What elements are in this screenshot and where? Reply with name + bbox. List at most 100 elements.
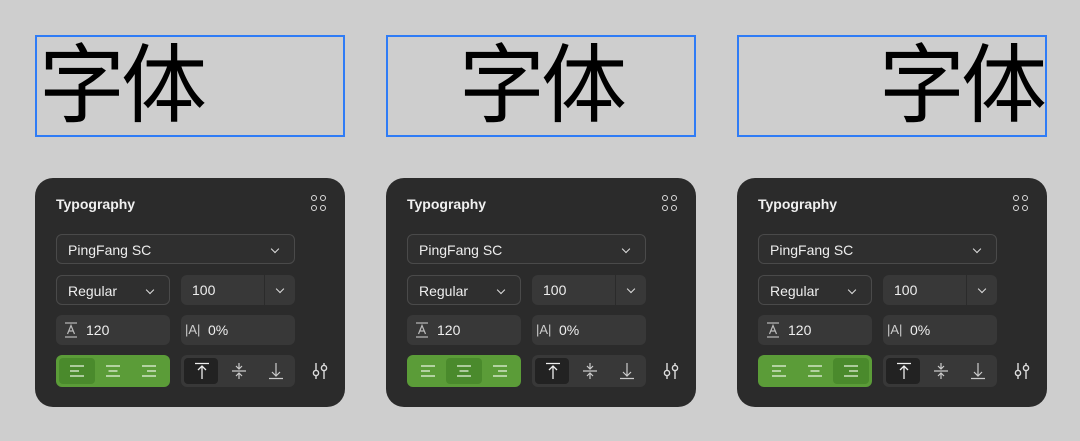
line-height-value: 120 [437,322,461,338]
font-weight-select[interactable]: Regular [758,275,872,305]
align-top-button[interactable] [184,358,218,384]
align-middle-icon [934,363,948,379]
align-top-button[interactable] [535,358,569,384]
letter-spacing-input[interactable]: |A| 0% [181,315,295,345]
align-left-icon [772,365,786,377]
align-middle-button[interactable] [923,358,957,384]
align-top-icon [546,362,560,379]
chevron-down-icon [621,244,631,254]
chevron-down-icon [145,285,155,295]
font-size-value: 100 [894,282,918,298]
letter-spacing-value: 0% [208,322,229,338]
font-weight-value: Regular [770,283,820,299]
line-height-value: 120 [788,322,812,338]
align-left-button[interactable] [761,358,797,384]
align-top-icon [897,362,911,379]
align-middle-icon [232,363,246,379]
font-family-select[interactable]: PingFang SC [758,234,997,264]
sample-text: 字体 [39,36,207,136]
text-layer-selection[interactable]: 字体 [386,35,696,137]
align-bottom-button[interactable] [258,358,292,384]
panel-title: Typography [56,196,136,212]
horizontal-align-group [407,355,521,387]
typography-panel: Typography PingFang SC Regular 100 120 |… [737,178,1047,407]
panel-title: Typography [758,196,838,212]
font-family-value: PingFang SC [770,242,854,258]
line-height-input[interactable]: 120 [407,315,521,345]
align-center-button[interactable] [446,358,482,384]
vertical-align-group [181,355,295,387]
horizontal-align-group [758,355,872,387]
line-height-value: 120 [86,322,110,338]
align-top-button[interactable] [886,358,920,384]
align-bottom-icon [620,363,634,380]
sample-text: 字体 [879,36,1047,136]
align-middle-icon [583,363,597,379]
typography-panel: Typography PingFang SC Regular 100 120 |… [35,178,345,407]
sliders-icon[interactable] [1013,362,1031,380]
text-layer-selection[interactable]: 字体 [35,35,345,137]
horizontal-align-group [56,355,170,387]
sliders-icon[interactable] [662,362,680,380]
more-dots-icon[interactable] [1013,195,1029,211]
line-height-icon [767,322,779,338]
text-layer-selection[interactable]: 字体 [737,35,1047,137]
align-left-icon [421,365,435,377]
align-bottom-icon [269,363,283,380]
align-center-icon [808,365,822,377]
more-dots-icon[interactable] [662,195,678,211]
typography-example-left-aligned: 字体 Typography PingFang SC Regular 100 12… [35,0,345,441]
typography-panel: Typography PingFang SC Regular 100 120 |… [386,178,696,407]
font-weight-value: Regular [419,283,469,299]
font-weight-value: Regular [68,283,118,299]
chevron-down-icon[interactable] [977,284,987,294]
font-weight-select[interactable]: Regular [407,275,521,305]
align-left-button[interactable] [410,358,446,384]
font-family-select[interactable]: PingFang SC [407,234,646,264]
chevron-down-icon [972,244,982,254]
sliders-icon[interactable] [311,362,329,380]
align-right-button[interactable] [131,358,167,384]
font-size-input[interactable]: 100 [532,275,646,305]
align-center-icon [457,365,471,377]
more-dots-icon[interactable] [311,195,327,211]
letter-spacing-icon: |A| [536,322,552,337]
align-right-button[interactable] [833,358,869,384]
vertical-align-group [532,355,646,387]
align-bottom-button[interactable] [609,358,643,384]
align-right-icon [844,365,858,377]
align-middle-button[interactable] [221,358,255,384]
font-size-input[interactable]: 100 [883,275,997,305]
line-height-input[interactable]: 120 [758,315,872,345]
letter-spacing-input[interactable]: |A| 0% [532,315,646,345]
align-right-icon [493,365,507,377]
font-size-value: 100 [192,282,216,298]
panel-title: Typography [407,196,487,212]
typography-example-center-aligned: 字体 Typography PingFang SC Regular 100 12… [386,0,696,441]
sample-text: 字体 [459,36,627,136]
align-bottom-button[interactable] [960,358,994,384]
align-center-button[interactable] [95,358,131,384]
align-center-icon [106,365,120,377]
letter-spacing-value: 0% [559,322,580,338]
font-size-value: 100 [543,282,567,298]
line-height-input[interactable]: 120 [56,315,170,345]
align-right-button[interactable] [482,358,518,384]
letter-spacing-icon: |A| [185,322,201,337]
chevron-down-icon[interactable] [275,284,285,294]
chevron-down-icon [496,285,506,295]
divider [264,275,265,305]
align-left-button[interactable] [59,358,95,384]
font-family-value: PingFang SC [419,242,503,258]
chevron-down-icon[interactable] [626,284,636,294]
font-weight-select[interactable]: Regular [56,275,170,305]
font-size-input[interactable]: 100 [181,275,295,305]
font-family-select[interactable]: PingFang SC [56,234,295,264]
letter-spacing-icon: |A| [887,322,903,337]
align-right-icon [142,365,156,377]
align-middle-button[interactable] [572,358,606,384]
align-center-button[interactable] [797,358,833,384]
line-height-icon [65,322,77,338]
chevron-down-icon [847,285,857,295]
letter-spacing-input[interactable]: |A| 0% [883,315,997,345]
